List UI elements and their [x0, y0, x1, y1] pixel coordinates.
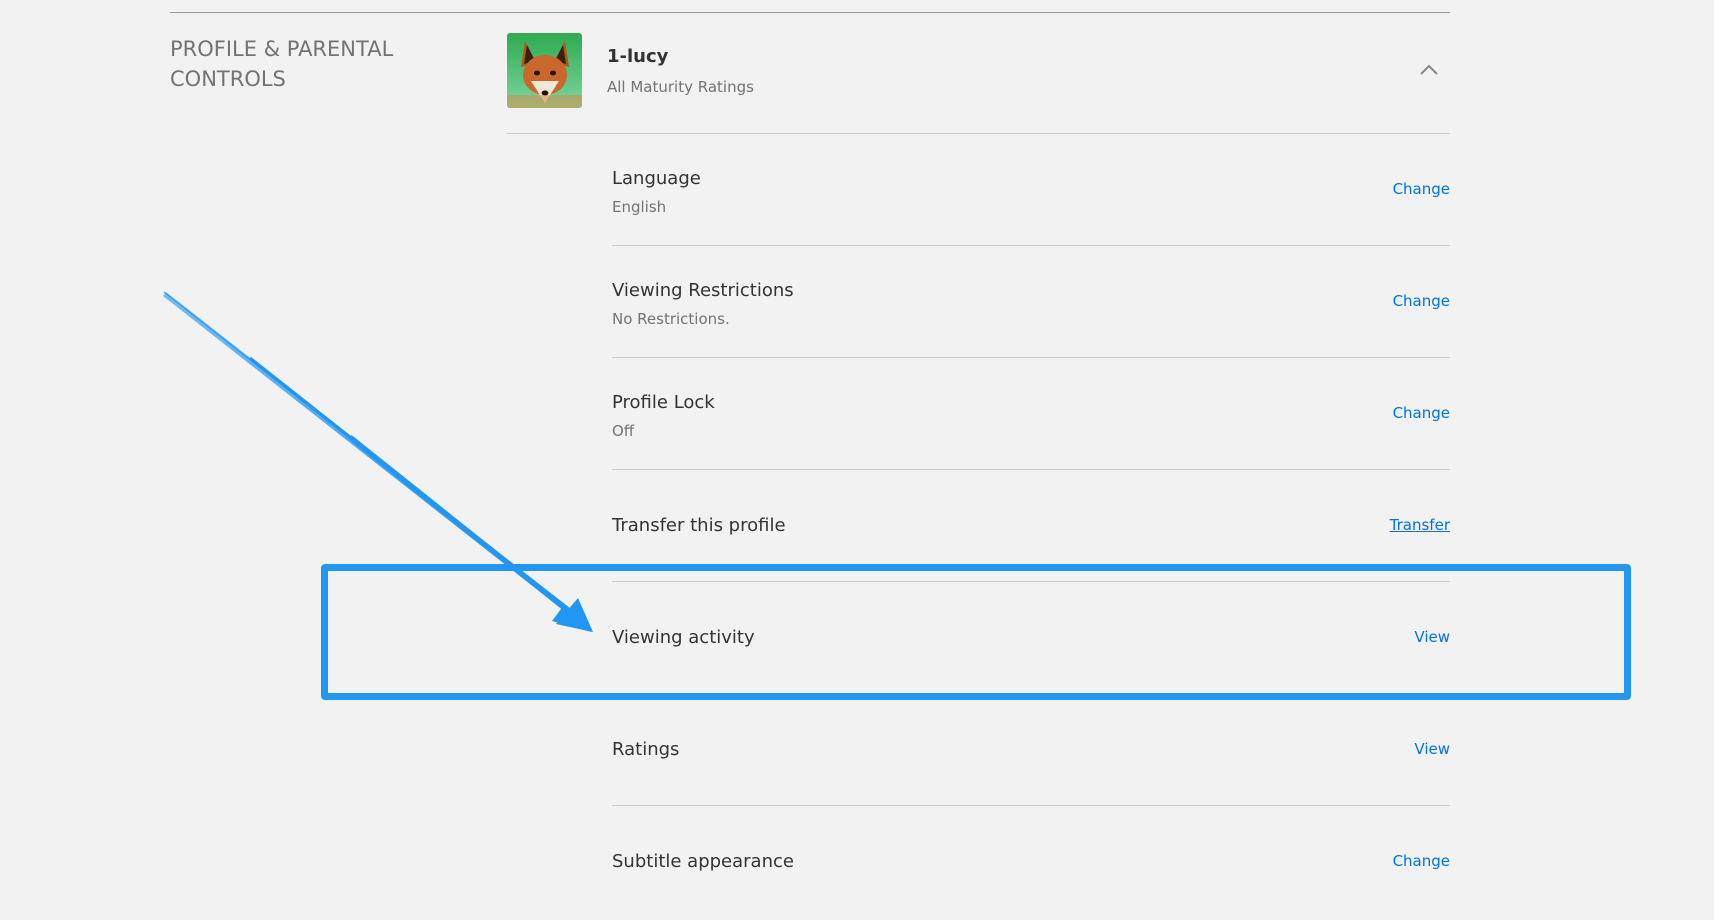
row-profile-lock: Profile Lock Off Change — [612, 358, 1450, 470]
row-label: Ratings — [612, 739, 680, 760]
row-value: Off — [612, 422, 635, 440]
row-viewing-restrictions: Viewing Restrictions No Restrictions. Ch… — [612, 246, 1450, 358]
language-change-link[interactable]: Change — [1393, 180, 1450, 198]
row-label: Subtitle appearance — [612, 851, 794, 872]
section-divider — [170, 12, 1450, 13]
chevron-up-icon[interactable] — [1416, 57, 1442, 83]
account-page: PROFILE & PARENTAL CONTROLS 1-lucy All M… — [0, 0, 1714, 920]
restrictions-change-link[interactable]: Change — [1393, 292, 1450, 310]
row-label: Viewing activity — [612, 627, 755, 648]
row-viewing-activity: Viewing activity View — [612, 582, 1450, 694]
row-subtitle-appearance: Subtitle appearance Change — [612, 806, 1450, 918]
subtitle-change-link[interactable]: Change — [1393, 852, 1450, 870]
ratings-view-link[interactable]: View — [1414, 740, 1450, 758]
profile-header[interactable]: 1-lucy All Maturity Ratings — [507, 33, 1450, 134]
profile-lock-change-link[interactable]: Change — [1393, 404, 1450, 422]
profile-maturity: All Maturity Ratings — [607, 78, 754, 96]
row-label: Viewing Restrictions — [612, 280, 794, 301]
row-transfer-profile: Transfer this profile Transfer — [612, 470, 1450, 582]
row-label: Transfer this profile — [612, 515, 786, 536]
row-label: Profile Lock — [612, 392, 715, 413]
row-label: Language — [612, 168, 701, 189]
viewing-activity-view-link[interactable]: View — [1414, 628, 1450, 646]
profile-settings-list: Language English Change Viewing Restrict… — [612, 134, 1450, 918]
section-title: PROFILE & PARENTAL CONTROLS — [170, 37, 394, 91]
row-value: English — [612, 198, 667, 216]
row-ratings: Ratings View — [612, 694, 1450, 806]
row-value: No Restrictions. — [612, 310, 730, 328]
profile-name: 1-lucy — [607, 46, 669, 67]
row-language: Language English Change — [612, 134, 1450, 246]
transfer-link[interactable]: Transfer — [1390, 516, 1450, 534]
fox-avatar-icon — [507, 33, 582, 108]
